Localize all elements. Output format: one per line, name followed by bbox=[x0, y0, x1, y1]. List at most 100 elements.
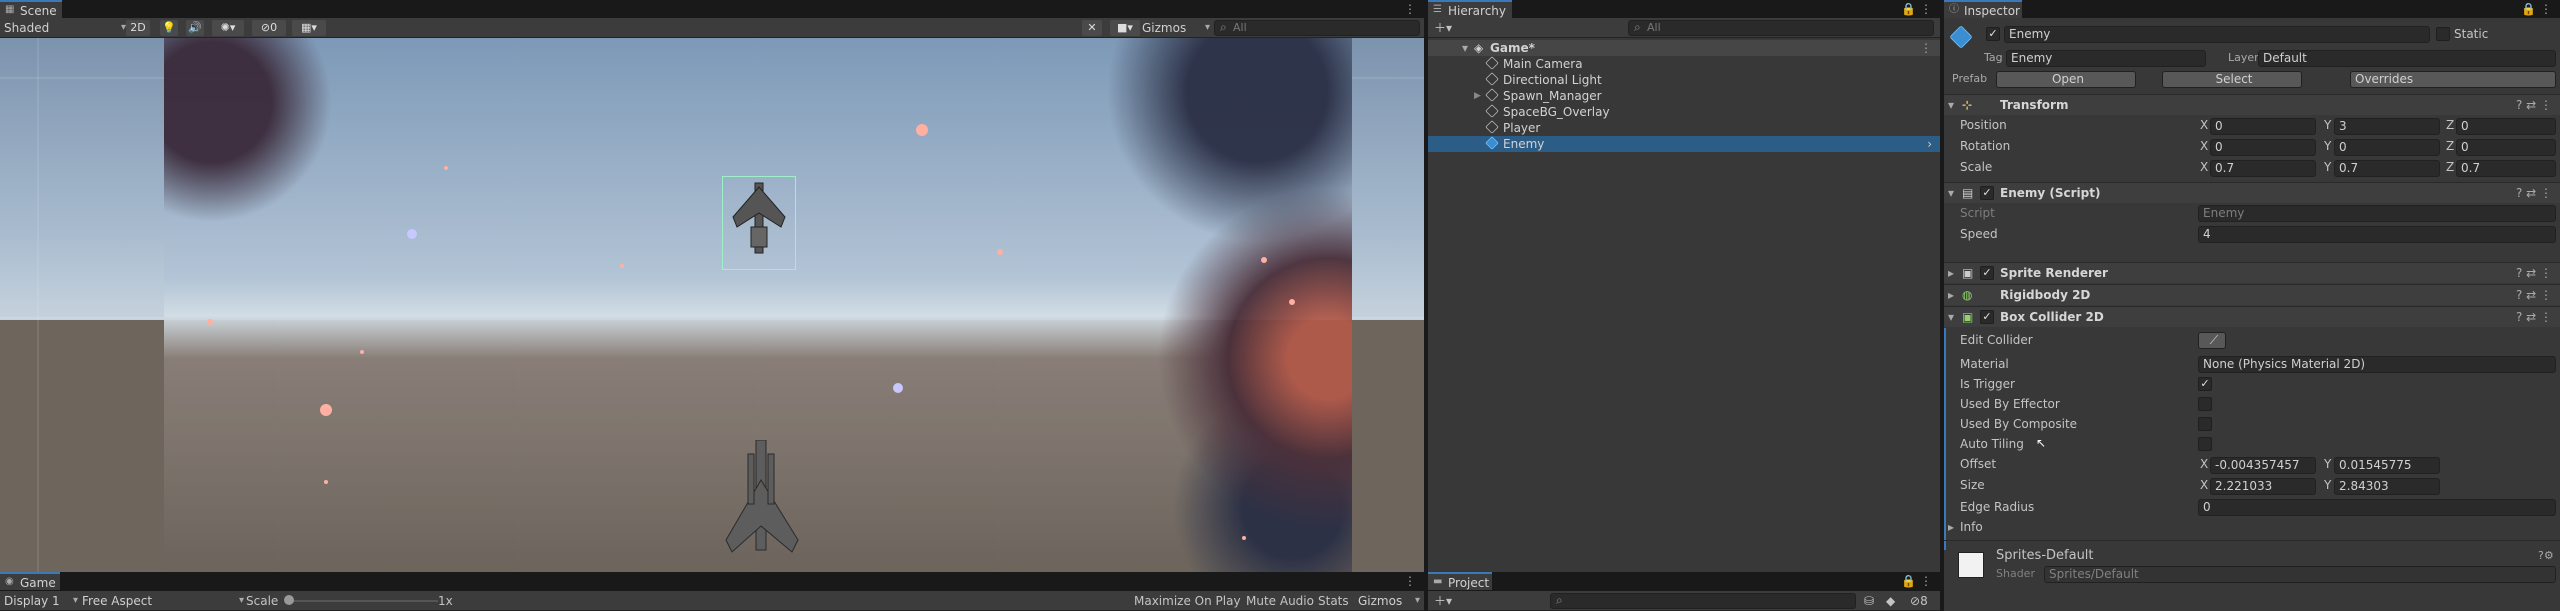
effects-icon[interactable]: ✺▾ bbox=[212, 20, 244, 36]
enabled-checkbox[interactable]: ✓ bbox=[1980, 310, 1994, 324]
speed-field[interactable]: 4 bbox=[2198, 226, 2556, 243]
shading-mode-dropdown[interactable]: Shaded bbox=[4, 19, 126, 37]
game-gizmos-dropdown[interactable]: Gizmos bbox=[1358, 592, 1420, 610]
info-foldout-arrow-icon[interactable]: ▸ bbox=[1948, 518, 1954, 536]
shader-dropdown[interactable]: Sprites/Default bbox=[2044, 566, 2556, 583]
tab-inspector[interactable]: ⓘ Inspector bbox=[1944, 0, 2022, 18]
inspector-lock-icon[interactable]: 🔒 bbox=[2521, 0, 2536, 18]
auto-tiling-checkbox[interactable] bbox=[2198, 437, 2212, 451]
size-y-field[interactable]: 2.84303 bbox=[2334, 478, 2440, 495]
box-collider-header[interactable]: ▾ ▣ ✓ Box Collider 2D ? ⇄ ⋮ bbox=[1944, 306, 2560, 327]
rotation-z-field[interactable]: 0 bbox=[2456, 139, 2556, 156]
collapsed-arrow-icon[interactable]: ▶ bbox=[1474, 88, 1481, 104]
active-checkbox[interactable]: ✓ bbox=[1986, 27, 2000, 41]
scene-search-input[interactable]: All bbox=[1214, 20, 1420, 36]
edit-collider-button[interactable]: ⟋ bbox=[2198, 332, 2226, 349]
tag-dropdown[interactable]: Enemy bbox=[2006, 50, 2206, 67]
used-by-composite-checkbox[interactable] bbox=[2198, 417, 2212, 431]
info-foldout[interactable]: Info bbox=[1960, 518, 1983, 536]
tab-game[interactable]: ◉ Game bbox=[0, 572, 60, 590]
position-x-field[interactable]: 0 bbox=[2210, 118, 2316, 135]
component-menu-icons[interactable]: ? ⇄ ⋮ bbox=[2516, 95, 2552, 115]
hierarchy-item-directional-light[interactable]: Directional Light bbox=[1428, 72, 1940, 88]
hierarchy-search-input[interactable]: All bbox=[1628, 20, 1934, 36]
layer-dropdown[interactable]: Default bbox=[2258, 50, 2556, 67]
offset-y-field[interactable]: 0.01545775 bbox=[2334, 457, 2440, 474]
is-trigger-checkbox[interactable]: ✓ bbox=[2198, 377, 2212, 391]
scene-more-icon[interactable]: ⋮ bbox=[1404, 0, 1416, 18]
hidden-objects-toggle[interactable]: ⊘0 bbox=[252, 20, 286, 36]
scene-viewport[interactable] bbox=[0, 38, 1424, 572]
chevron-right-icon[interactable]: › bbox=[1927, 136, 1932, 152]
position-y-field[interactable]: 3 bbox=[2334, 118, 2440, 135]
enabled-checkbox[interactable]: ✓ bbox=[1980, 186, 1994, 200]
inspector-more-icon[interactable]: ⋮ bbox=[2540, 0, 2552, 18]
hierarchy-item-enemy[interactable]: Enemy › bbox=[1428, 136, 1940, 152]
aspect-dropdown[interactable]: Free Aspect bbox=[82, 592, 244, 610]
material-field[interactable]: None (Physics Material 2D) bbox=[2198, 356, 2556, 373]
component-menu-icons[interactable]: ? ⇄ ⋮ bbox=[2516, 307, 2552, 327]
scale-slider-handle[interactable] bbox=[284, 595, 294, 605]
hierarchy-add-button[interactable]: ＋▾ bbox=[1434, 19, 1452, 37]
hierarchy-lock-icon[interactable]: 🔒 bbox=[1901, 0, 1916, 18]
hidden-packages-icon[interactable]: ⊘8 bbox=[1910, 592, 1928, 610]
tools-icon[interactable]: ✕ bbox=[1082, 20, 1102, 36]
sprite-renderer-header[interactable]: ▸ ▣ ✓ Sprite Renderer ? ⇄ ⋮ bbox=[1944, 262, 2560, 283]
position-z-field[interactable]: 0 bbox=[2456, 118, 2556, 135]
project-lock-icon[interactable]: 🔒 bbox=[1901, 572, 1916, 590]
used-by-effector-checkbox[interactable] bbox=[2198, 397, 2212, 411]
component-menu-icons[interactable]: ? ⇄ ⋮ bbox=[2516, 263, 2552, 283]
display-dropdown[interactable]: Display 1 bbox=[4, 592, 78, 610]
filter-label-icon[interactable]: ◆ bbox=[1886, 592, 1895, 610]
toggle-2d-button[interactable]: 2D bbox=[126, 20, 150, 36]
offset-x-field[interactable]: -0.004357457 bbox=[2210, 457, 2316, 474]
player-ship-sprite[interactable] bbox=[720, 440, 804, 572]
scale-x-field[interactable]: 0.7 bbox=[2210, 160, 2316, 177]
static-checkbox[interactable] bbox=[2436, 27, 2450, 41]
rotation-y-field[interactable]: 0 bbox=[2334, 139, 2440, 156]
stats-button[interactable]: Stats bbox=[1318, 592, 1349, 610]
tab-project[interactable]: ▬ Project bbox=[1428, 572, 1492, 590]
lighting-icon[interactable]: 💡 bbox=[160, 20, 178, 36]
component-menu-icons[interactable]: ? ⇄ ⋮ bbox=[2516, 183, 2552, 203]
hierarchy-more-icon[interactable]: ⋮ bbox=[1920, 0, 1932, 18]
size-x-field[interactable]: 2.221033 bbox=[2210, 478, 2316, 495]
maximize-on-play-button[interactable]: Maximize On Play bbox=[1134, 592, 1241, 610]
scene-root-more-icon[interactable]: ⋮ bbox=[1920, 40, 1932, 56]
filter-type-icon[interactable]: ⛁ bbox=[1864, 592, 1874, 610]
edge-radius-field[interactable]: 0 bbox=[2198, 499, 2556, 516]
component-menu-icons[interactable]: ? ⇄ ⋮ bbox=[2516, 285, 2552, 305]
tab-hierarchy[interactable]: ☰ Hierarchy bbox=[1428, 0, 1512, 18]
scene-root-row[interactable]: ▾ ◈ Game* ⋮ bbox=[1428, 40, 1940, 56]
rigidbody-header[interactable]: ▸ ◍ Rigidbody 2D ? ⇄ ⋮ bbox=[1944, 284, 2560, 305]
scale-slider[interactable] bbox=[288, 600, 438, 602]
project-more-icon[interactable]: ⋮ bbox=[1920, 572, 1932, 590]
prefab-overrides-dropdown[interactable]: Overrides bbox=[2350, 71, 2556, 88]
enabled-checkbox[interactable]: ✓ bbox=[1980, 266, 1994, 280]
box-collider-title: Box Collider 2D bbox=[2000, 310, 2104, 324]
grid-snap-icon[interactable]: ▦▾ bbox=[292, 20, 326, 36]
camera-icon[interactable]: ■▾ bbox=[1110, 20, 1140, 36]
prefab-open-button[interactable]: Open bbox=[1996, 71, 2136, 88]
hierarchy-item-spacebg-overlay[interactable]: SpaceBG_Overlay bbox=[1428, 104, 1940, 120]
mute-audio-button[interactable]: Mute Audio bbox=[1246, 592, 1314, 610]
object-name-field[interactable]: Enemy bbox=[2004, 26, 2430, 43]
scale-z-field[interactable]: 0.7 bbox=[2456, 160, 2556, 177]
prefab-select-button[interactable]: Select bbox=[2162, 71, 2302, 88]
enemy-selection-box[interactable] bbox=[722, 176, 796, 270]
shader-label: Shader bbox=[1996, 567, 2035, 580]
audio-icon[interactable]: 🔊 bbox=[186, 20, 204, 36]
project-search-input[interactable] bbox=[1550, 593, 1856, 609]
transform-header[interactable]: ▾ ⊹ Transform ? ⇄ ⋮ bbox=[1944, 94, 2560, 115]
enemy-script-header[interactable]: ▾ ▤ ✓ Enemy (Script) ? ⇄ ⋮ bbox=[1944, 182, 2560, 203]
hierarchy-item-player[interactable]: Player bbox=[1428, 120, 1940, 136]
hierarchy-item-spawn-manager[interactable]: ▶ Spawn_Manager bbox=[1428, 88, 1940, 104]
tab-scene[interactable]: ▦ Scene bbox=[0, 0, 62, 18]
scale-y-field[interactable]: 0.7 bbox=[2334, 160, 2440, 177]
material-settings-icon[interactable]: ?⚙ bbox=[2538, 547, 2554, 565]
scene-gizmos-dropdown[interactable]: Gizmos bbox=[1142, 19, 1210, 37]
hierarchy-item-main-camera[interactable]: Main Camera bbox=[1428, 56, 1940, 72]
rotation-x-field[interactable]: 0 bbox=[2210, 139, 2316, 156]
project-add-button[interactable]: ＋▾ bbox=[1434, 592, 1452, 610]
game-more-icon[interactable]: ⋮ bbox=[1404, 572, 1416, 590]
